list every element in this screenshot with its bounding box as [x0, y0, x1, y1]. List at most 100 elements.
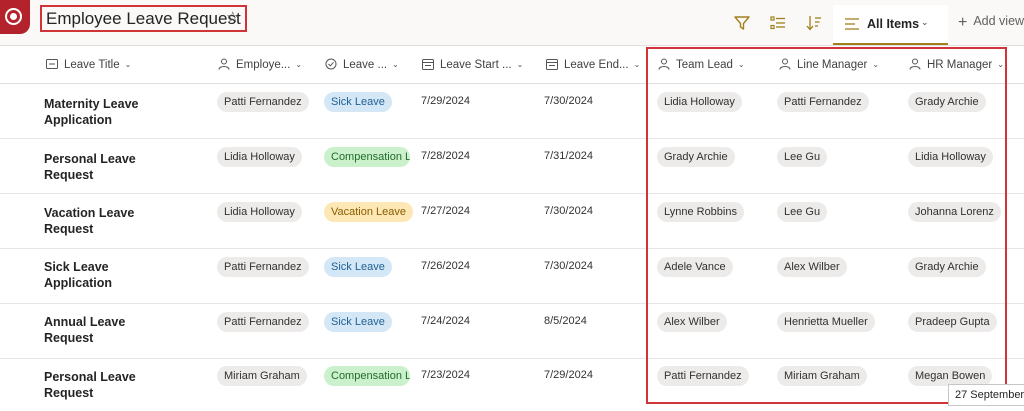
- person-icon: [218, 58, 230, 70]
- hr-manager-pill[interactable]: Lidia Holloway: [908, 147, 993, 167]
- person-icon: [658, 58, 670, 70]
- leave-end-date: 7/30/2024: [544, 260, 593, 272]
- leave-end-date: 8/5/2024: [544, 315, 587, 327]
- column-header-label: Leave Title: [64, 59, 120, 71]
- leave-type-badge: Sick Leave: [324, 257, 392, 277]
- line-manager-pill[interactable]: Lee Gu: [777, 147, 828, 167]
- column-header-line-manager[interactable]: Line Manager ⌄: [779, 58, 879, 74]
- team-lead-pill[interactable]: Adele Vance: [657, 257, 733, 277]
- table-row[interactable]: Personal Leave Request Lidia Holloway Co…: [0, 139, 1024, 194]
- employee-pill[interactable]: Lidia Holloway: [217, 202, 302, 222]
- chevron-down-icon: ⌄: [392, 60, 399, 69]
- column-header-label: Line Manager: [797, 59, 868, 71]
- chevron-down-icon: ⌄: [872, 60, 880, 69]
- view-list-icon: [845, 18, 859, 30]
- leave-title-cell[interactable]: Vacation Leave Request: [44, 205, 164, 237]
- choice-icon: [325, 58, 337, 70]
- team-lead-pill[interactable]: Lidia Holloway: [657, 92, 742, 112]
- leave-end-date: 7/30/2024: [544, 95, 593, 107]
- column-header-leave-end[interactable]: Leave End... ⌄: [546, 58, 640, 74]
- column-header-label: HR Manager: [927, 59, 993, 71]
- employee-pill[interactable]: Miriam Graham: [217, 366, 307, 386]
- column-header-label: Team Lead: [676, 59, 733, 71]
- line-manager-pill[interactable]: Patti Fernandez: [777, 92, 869, 112]
- employee-pill[interactable]: Patti Fernandez: [217, 312, 309, 332]
- leave-type-badge: Compensation Le: [324, 366, 410, 386]
- leave-start-date: 7/23/2024: [421, 369, 470, 381]
- filter-icon[interactable]: [732, 13, 752, 33]
- list-title[interactable]: Employee Leave Request: [40, 5, 247, 32]
- column-header-leave-type[interactable]: Leave ... ⌄: [325, 58, 399, 74]
- leave-end-date: 7/30/2024: [544, 205, 593, 217]
- leave-type-badge: Vacation Leave: [324, 202, 414, 222]
- team-lead-pill[interactable]: Patti Fernandez: [657, 366, 749, 386]
- view-label: All Items: [867, 17, 920, 31]
- group-by-icon[interactable]: [768, 13, 788, 33]
- text-column-icon: [46, 59, 58, 69]
- sort-icon[interactable]: [804, 13, 824, 33]
- line-manager-pill[interactable]: Alex Wilber: [777, 257, 847, 277]
- view-selector-all-items[interactable]: All Items ⌄: [833, 5, 948, 45]
- leave-type-badge: Sick Leave: [324, 312, 392, 332]
- calendar-icon: [546, 59, 558, 70]
- table-row[interactable]: Sick Leave Application Patti Fernandez S…: [0, 249, 1024, 304]
- team-lead-pill[interactable]: Alex Wilber: [657, 312, 727, 332]
- command-bar: Employee Leave Request ☆ All Items ⌄ + Ad…: [0, 0, 1024, 46]
- chevron-down-icon: ⌄: [997, 60, 1004, 69]
- chevron-down-icon: ⌄: [633, 60, 641, 69]
- column-header-label: Employe...: [236, 59, 291, 71]
- hr-manager-pill[interactable]: Johanna Lorenz: [908, 202, 1001, 222]
- column-header-label: Leave Start ...: [440, 59, 512, 71]
- chevron-down-icon: ⌄: [295, 60, 303, 69]
- hr-manager-pill[interactable]: Grady Archie: [908, 257, 986, 277]
- leave-start-date: 7/27/2024: [421, 205, 470, 217]
- chevron-down-icon: ⌄: [124, 60, 132, 69]
- plus-icon: +: [958, 14, 968, 31]
- column-header-label: Leave End...: [564, 59, 629, 71]
- line-manager-pill[interactable]: Miriam Graham: [777, 366, 867, 386]
- column-header-leave-title[interactable]: Leave Title ⌄: [46, 58, 131, 74]
- leave-start-date: 7/24/2024: [421, 315, 470, 327]
- star-icon[interactable]: ☆: [226, 8, 239, 26]
- add-view-button[interactable]: + Add view: [958, 14, 1024, 32]
- leave-end-date: 7/31/2024: [544, 150, 593, 162]
- leave-title-cell[interactable]: Personal Leave Request: [44, 369, 164, 401]
- leave-type-badge: Sick Leave: [324, 92, 392, 112]
- column-header-label: Leave ...: [343, 59, 388, 71]
- column-header-leave-start[interactable]: Leave Start ... ⌄: [422, 58, 523, 74]
- leave-start-date: 7/28/2024: [421, 150, 470, 162]
- hr-manager-pill[interactable]: Pradeep Gupta: [908, 312, 997, 332]
- leave-title-cell[interactable]: Maternity Leave Application: [44, 96, 164, 128]
- column-header-row: Leave Title ⌄ Employe... ⌄ Leave ... ⌄ Leav…: [0, 46, 1024, 84]
- leave-start-date: 7/26/2024: [421, 260, 470, 272]
- table-row[interactable]: Vacation Leave Request Lidia Holloway Va…: [0, 194, 1024, 249]
- hr-manager-pill[interactable]: Grady Archie: [908, 92, 986, 112]
- team-lead-pill[interactable]: Lynne Robbins: [657, 202, 744, 222]
- employee-pill[interactable]: Patti Fernandez: [217, 257, 309, 277]
- leave-start-date: 7/29/2024: [421, 95, 470, 107]
- chevron-down-icon: ⌄: [921, 17, 929, 27]
- column-header-hr-manager[interactable]: HR Manager ⌄: [909, 58, 1004, 74]
- add-view-label: Add view: [973, 14, 1024, 28]
- employee-pill[interactable]: Lidia Holloway: [217, 147, 302, 167]
- table-row[interactable]: Annual Leave Request Patti Fernandez Sic…: [0, 304, 1024, 359]
- leave-title-cell[interactable]: Personal Leave Request: [44, 151, 164, 183]
- column-header-team-lead[interactable]: Team Lead ⌄: [658, 58, 745, 74]
- leave-title-cell[interactable]: Sick Leave Application: [44, 259, 164, 291]
- table-row[interactable]: Maternity Leave Application Patti Fernan…: [0, 84, 1024, 139]
- app-logo-icon[interactable]: [0, 0, 30, 34]
- line-manager-pill[interactable]: Lee Gu: [777, 202, 828, 222]
- chevron-down-icon: ⌄: [516, 60, 524, 69]
- team-lead-pill[interactable]: Grady Archie: [657, 147, 735, 167]
- calendar-icon: [422, 59, 434, 70]
- column-header-employee[interactable]: Employe... ⌄: [218, 58, 302, 74]
- chevron-down-icon: ⌄: [737, 60, 745, 69]
- table-row[interactable]: Personal Leave Request Miriam Graham Com…: [0, 358, 1024, 411]
- leave-end-date: 7/29/2024: [544, 369, 593, 381]
- person-icon: [779, 58, 791, 70]
- employee-pill[interactable]: Patti Fernandez: [217, 92, 309, 112]
- leave-title-cell[interactable]: Annual Leave Request: [44, 314, 164, 346]
- hr-manager-pill[interactable]: Megan Bowen: [908, 366, 993, 386]
- line-manager-pill[interactable]: Henrietta Mueller: [777, 312, 875, 332]
- person-icon: [909, 58, 921, 70]
